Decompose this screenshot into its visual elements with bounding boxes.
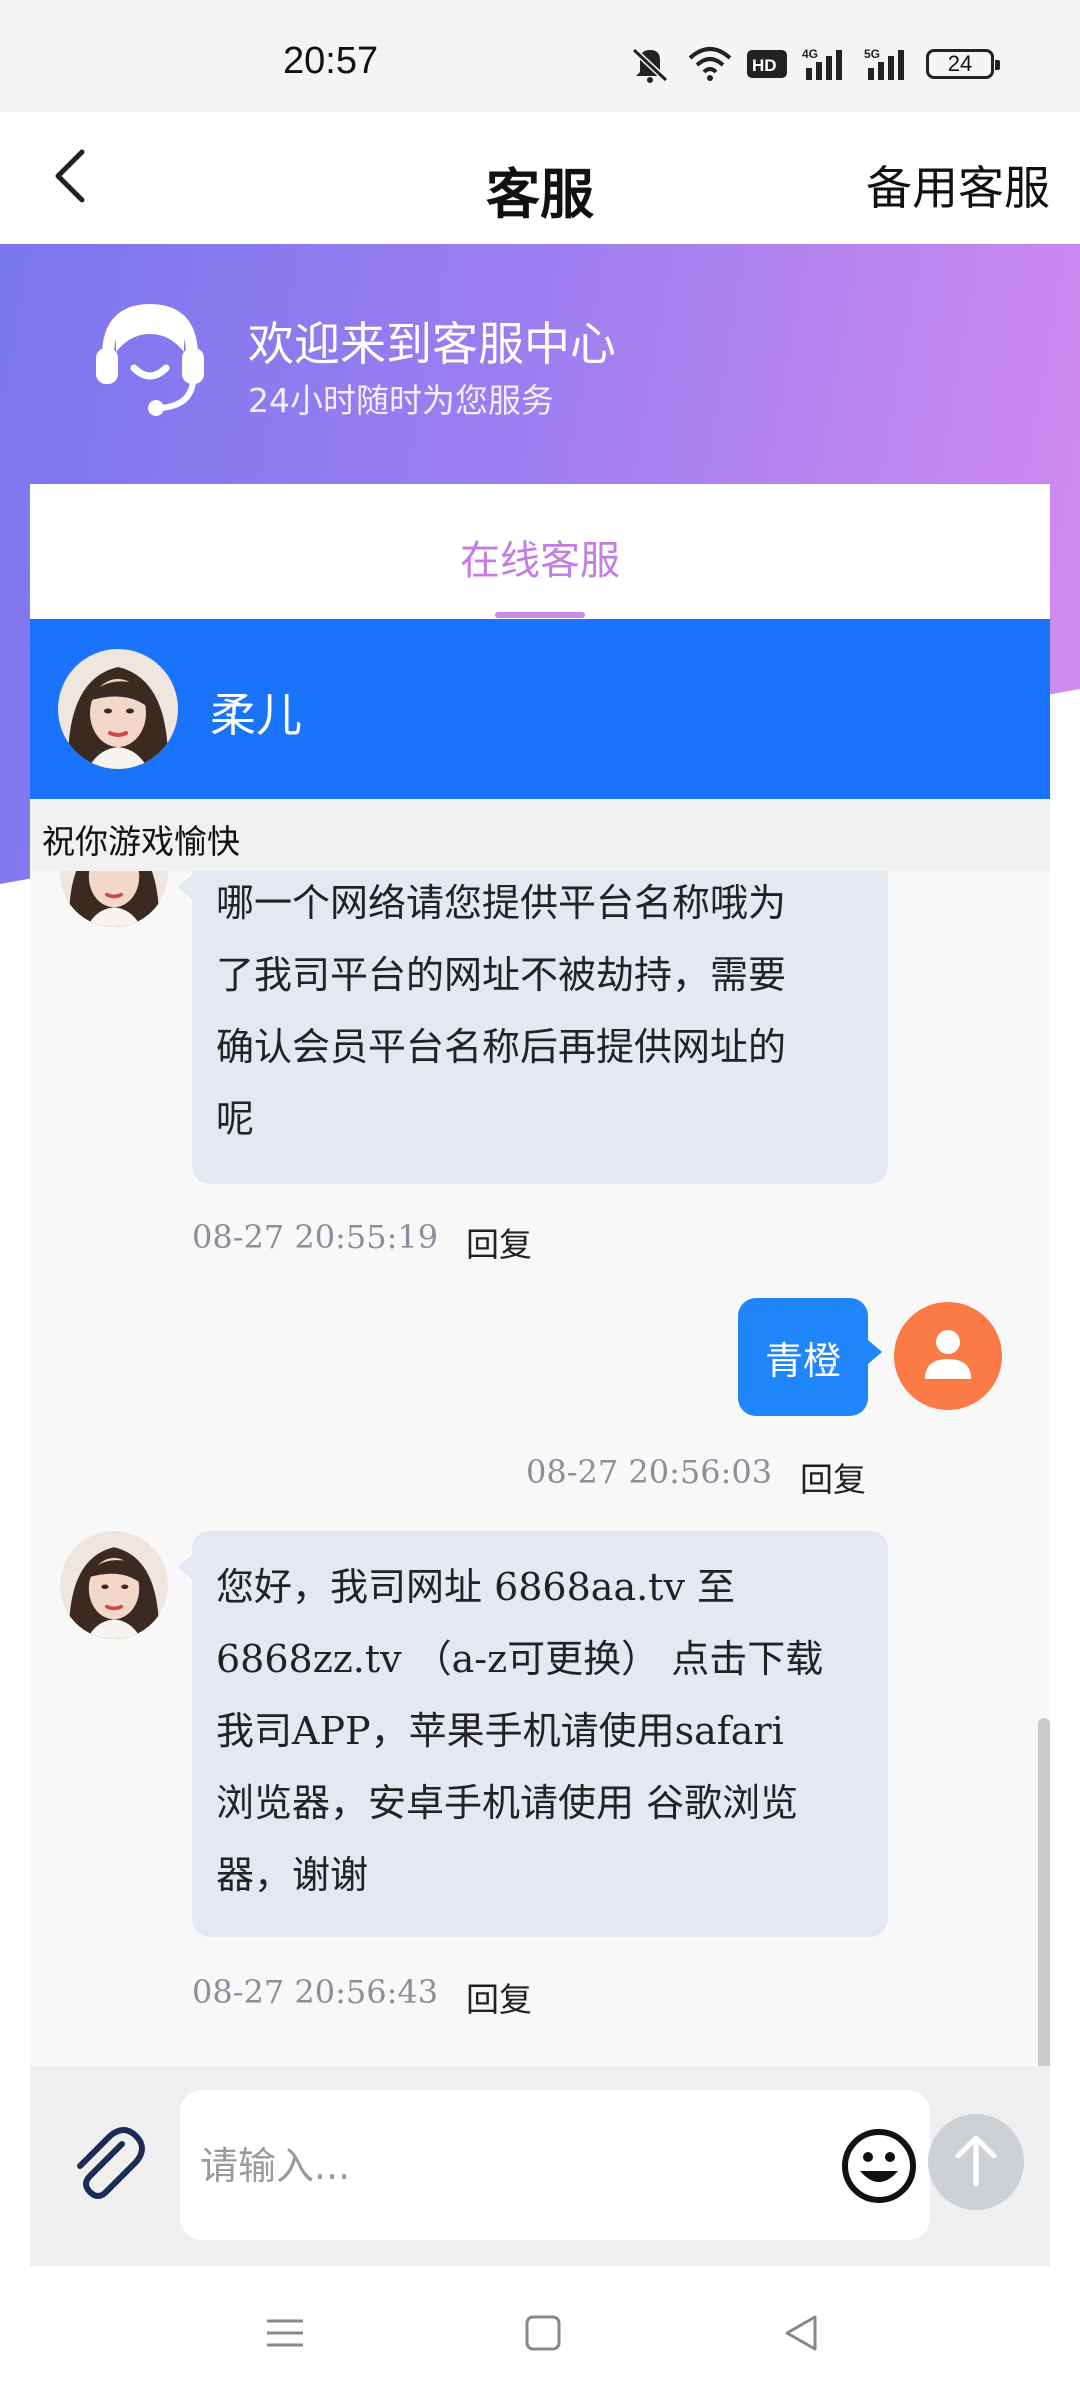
headset-icon — [86, 292, 214, 420]
input-box — [180, 2090, 930, 2240]
status-time: 20:57 — [283, 40, 379, 82]
agent-avatar — [58, 649, 178, 769]
agent-message-bubble: 您好，我司网址 6868aa.tv 至 6868zz.tv （a-z可更换） 点… — [178, 1531, 888, 1937]
svg-text:5G: 5G — [864, 47, 880, 61]
message-line: 了我司平台的网址不被劫持，需要 — [216, 953, 787, 997]
hero-title: 欢迎来到客服中心 — [248, 317, 616, 371]
emoji-button[interactable] — [840, 2127, 918, 2205]
svg-text:HD: HD — [752, 56, 777, 75]
reply-button[interactable]: 回复 — [466, 1973, 532, 2021]
hero-subtitle: 24小时随时为您服务 — [248, 381, 554, 420]
nav-home-button[interactable] — [518, 2310, 568, 2360]
4g-signal-icon: 4G — [802, 46, 850, 82]
user-icon — [923, 1327, 973, 1385]
status-icons: HD 4G 5G 24 — [626, 44, 1000, 84]
mute-icon — [626, 44, 674, 84]
message-line: 6868zz.tv （a-z可更换） 点击下载 — [216, 1637, 824, 1681]
svg-text:4G: 4G — [802, 47, 818, 61]
menu-icon — [265, 2313, 305, 2357]
user-avatar — [894, 1302, 1002, 1410]
chat-scrollbar[interactable] — [1038, 1718, 1050, 2071]
message-line: 我司APP，苹果手机请使用safari — [216, 1709, 784, 1753]
user-message-bubble: 青橙 — [738, 1298, 882, 1416]
tab-label: 在线客服 — [460, 538, 620, 584]
agent-message-avatar — [60, 1531, 168, 1639]
message-input[interactable] — [200, 2130, 760, 2202]
top-bar: 客服 备用客服 — [0, 112, 1080, 244]
send-button[interactable] — [928, 2114, 1024, 2210]
attach-button[interactable] — [64, 2122, 148, 2206]
reply-button[interactable]: 回复 — [800, 1453, 866, 1501]
hd-icon: HD — [746, 48, 788, 80]
wifi-icon — [688, 46, 732, 82]
message-timestamp: 08-27 20:55:19 — [192, 1218, 439, 1256]
agent-message-bubble: 哪一个网络请您提供平台名称哦为 了我司平台的网址不被劫持，需要 确认会员平台名称… — [178, 871, 888, 1184]
chat-area[interactable]: 哪一个网络请您提供平台名称哦为 了我司平台的网址不被劫持，需要 确认会员平台名称… — [30, 871, 1050, 2071]
nav-back-button[interactable] — [776, 2310, 826, 2360]
message-input-bar — [30, 2066, 1050, 2266]
message-line: 哪一个网络请您提供平台名称哦为 — [216, 881, 787, 925]
message-line: 器，谢谢 — [216, 1853, 369, 1897]
nav-menu-button[interactable] — [260, 2310, 310, 2360]
tab-active-indicator — [495, 612, 585, 618]
system-nav-bar — [0, 2266, 1080, 2400]
message-line: 呢 — [216, 1097, 255, 1141]
message-line: 您好，我司网址 6868aa.tv 至 — [216, 1565, 735, 1609]
message-line: 确认会员平台名称后再提供网址的 — [216, 1025, 787, 1069]
user-message-text: 青橙 — [764, 1338, 841, 1383]
back-triangle-icon — [781, 2313, 821, 2357]
agent-message-avatar — [60, 871, 168, 927]
battery-icon: 24 — [926, 49, 1000, 79]
message-timestamp: 08-27 20:56:03 — [526, 1453, 773, 1491]
home-square-icon — [523, 2313, 563, 2357]
backup-service-button[interactable]: 备用客服 — [866, 152, 1050, 218]
tab-online-service[interactable]: 在线客服 — [30, 484, 1050, 619]
status-bar: 20:57 HD 4G 5G 24 — [0, 0, 1080, 112]
notice-banner: 祝你游戏愉快 — [30, 799, 1050, 871]
message-line: 浏览器，安卓手机请使用 谷歌浏览 — [216, 1781, 799, 1825]
paperclip-icon — [64, 2127, 148, 2210]
reply-button[interactable]: 回复 — [466, 1218, 532, 1266]
5g-signal-icon: 5G — [864, 46, 912, 82]
agent-name: 柔儿 — [210, 688, 302, 742]
smiley-icon — [840, 2129, 918, 2209]
notice-text: 祝你游戏愉快 — [42, 822, 240, 861]
service-card: 在线客服 柔儿 祝你游戏愉快 哪一个网络请您提供平台名称哦为 了我司平台的网址不… — [30, 484, 1050, 2264]
agent-header: 柔儿 — [30, 619, 1050, 799]
message-timestamp: 08-27 20:56:43 — [192, 1973, 439, 2011]
arrow-up-icon — [954, 2132, 998, 2192]
